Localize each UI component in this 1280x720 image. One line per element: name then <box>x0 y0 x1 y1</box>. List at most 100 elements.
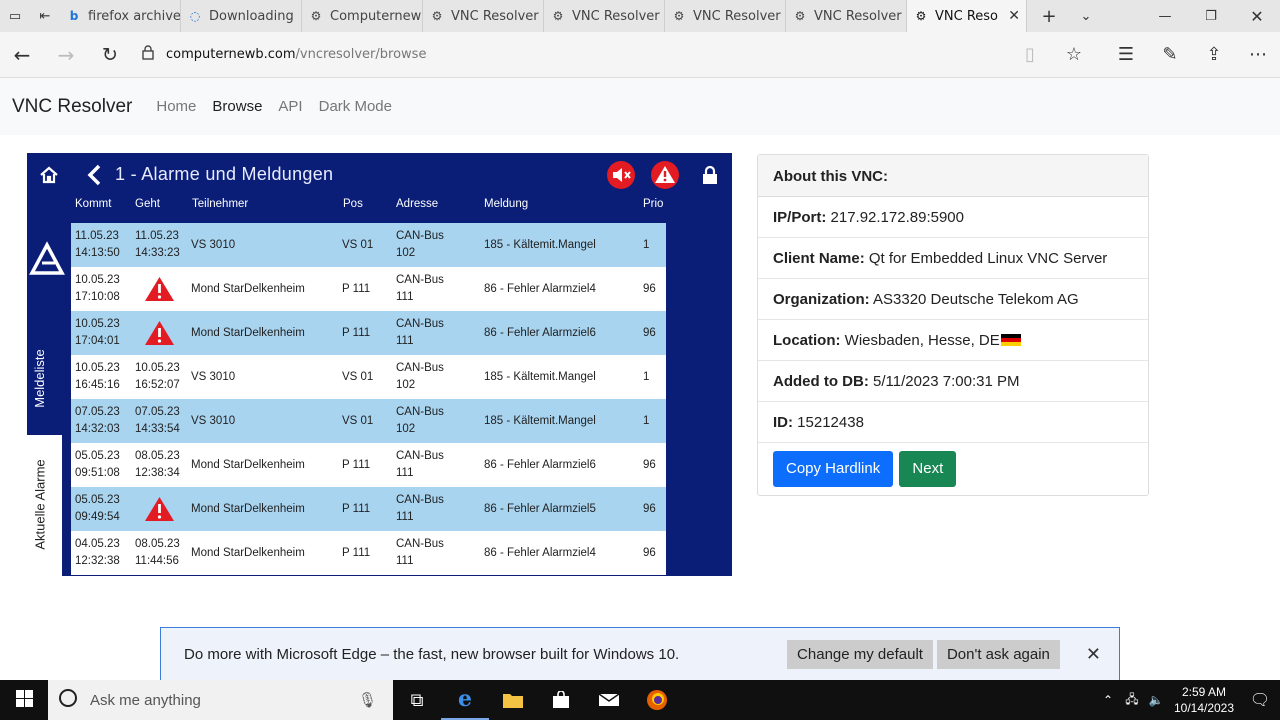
meldung: 185 - Kältemit.Mangel <box>484 371 596 383</box>
tray-chevron-icon[interactable]: ⌃ <box>1096 693 1120 707</box>
refresh-button[interactable]: ↻ <box>88 32 132 78</box>
alarm-row[interactable]: 05.05.23 09:49:54 Mond StarDelkenheim P 111… <box>71 487 666 531</box>
kommt-time: 17:10:08 <box>75 291 120 303</box>
field-value: 5/11/2023 7:00:31 PM <box>873 373 1020 390</box>
col-geht: Geht <box>135 198 160 210</box>
field-label: Added to DB: <box>773 373 869 390</box>
clock[interactable]: 2:59 AM 10/14/2023 <box>1168 684 1240 716</box>
geht-date: 08.05.23 <box>135 538 180 550</box>
firefox-icon[interactable] <box>633 680 681 720</box>
window-controls: — ❐ ✕ <box>1142 0 1280 32</box>
copy-hardlink-button[interactable]: Copy Hardlink <box>773 451 894 487</box>
browser-tab[interactable]: ⚙ VNC Resolver <box>665 0 786 32</box>
tab-label: Computernew <box>330 8 422 24</box>
network-icon[interactable]: 🖧 <box>1120 690 1144 711</box>
kommt-date: 05.05.23 <box>75 450 120 462</box>
store-icon[interactable] <box>537 680 585 720</box>
volume-icon[interactable]: 🔈 <box>1144 693 1168 707</box>
toolbar-icons: ▯ ☆ ☰ ✎ ⇪ ⋯ <box>1008 44 1280 65</box>
favorite-star-icon[interactable]: ☆ <box>1052 44 1096 65</box>
tab-preview-icon[interactable]: ▭ <box>0 0 30 32</box>
change-default-button[interactable]: Change my default <box>787 639 933 669</box>
site-brand[interactable]: VNC Resolver <box>12 96 132 118</box>
more-menu-icon[interactable]: ⋯ <box>1236 44 1280 65</box>
side-tab-aktuelle-alarme[interactable]: Aktuelle Alarme <box>27 435 62 576</box>
alarm-row[interactable]: 10.05.23 16:45:16 VS 3010 VS 01 CAN-Bus 102 18… <box>71 355 666 399</box>
pos: VS 01 <box>342 415 374 427</box>
kommt-date: 11.05.23 <box>75 230 119 242</box>
alarm-row[interactable]: 10.05.23 17:10:08 Mond StarDelkenheim P 111… <box>71 267 666 311</box>
browser-tab[interactable]: ⚙ VNC Resolver <box>786 0 907 32</box>
alarm-row[interactable]: 04.05.23 12:32:38 Mond StarDelkenheim P 111… <box>71 531 666 575</box>
browser-tab[interactable]: ⚙ Computernew <box>302 0 423 32</box>
adresse-number: 111 <box>396 335 414 347</box>
field-label: IP/Port: <box>773 209 827 226</box>
browser-tab[interactable]: b firefox archive <box>60 0 181 32</box>
alarm-row[interactable]: 10.05.23 17:04:01 Mond StarDelkenheim P 111… <box>71 311 666 355</box>
web-note-icon[interactable]: ✎ <box>1148 44 1192 65</box>
adresse-number: 102 <box>396 247 416 259</box>
field-location: Location: Wiesbaden, Hesse, DE <box>758 320 1148 361</box>
pos: P 111 <box>342 459 371 471</box>
pos: VS 01 <box>342 371 374 383</box>
side-tab-meldeliste[interactable]: Meldeliste <box>27 313 62 433</box>
adresse-number: 111 <box>396 467 414 479</box>
close-tab-icon[interactable]: ✕ <box>1008 8 1020 24</box>
cortana-search-box[interactable]: Ask me anything 🎙 <box>48 680 393 720</box>
kommt-date: 10.05.23 <box>75 274 120 286</box>
reading-view-icon[interactable]: ▯ <box>1008 44 1052 65</box>
task-view-icon[interactable]: ⧉ <box>393 680 441 720</box>
file-explorer-icon[interactable] <box>489 680 537 720</box>
nav-dark-mode[interactable]: Dark Mode <box>319 98 392 115</box>
url-path: /vncresolver/browse <box>295 47 427 62</box>
windows-logo-icon <box>15 689 33 711</box>
back-button[interactable]: ← <box>0 32 44 78</box>
bing-icon: b <box>69 9 79 23</box>
close-banner-icon[interactable]: ✕ <box>1086 644 1101 665</box>
teilnehmer: Mond StarDelkenheim <box>191 547 305 559</box>
tab-label: VNC Reso <box>935 8 999 24</box>
browser-tab[interactable]: ⚙ VNC Resolver <box>544 0 665 32</box>
edge-taskbar-icon[interactable]: e <box>441 680 489 720</box>
minimize-button[interactable]: — <box>1142 0 1188 32</box>
tab-label: VNC Resolver <box>814 8 902 24</box>
hub-icon[interactable]: ☰ <box>1104 44 1148 65</box>
maximize-button[interactable]: ❐ <box>1188 0 1234 32</box>
cortana-circle-icon <box>58 688 78 712</box>
dont-ask-again-button[interactable]: Don't ask again <box>936 639 1060 669</box>
mail-icon[interactable] <box>585 680 633 720</box>
prio: 96 <box>643 459 656 471</box>
next-button[interactable]: Next <box>899 451 957 487</box>
warning-icon <box>144 320 175 346</box>
tab-list-chevron-icon[interactable]: ⌄ <box>1071 0 1101 32</box>
kommt-time: 17:04:01 <box>75 335 120 347</box>
url-field[interactable]: computernewb.com/vncresolver/browse <box>142 45 426 64</box>
adresse-bus: CAN-Bus <box>396 362 444 374</box>
alarm-row[interactable]: 05.05.23 09:51:08 Mond StarDelkenheim P 111… <box>71 443 666 487</box>
kommt-time: 14:13:50 <box>75 247 120 259</box>
alarm-row[interactable]: 07.05.23 14:32:03 VS 3010 VS 01 CAN-Bus 102 18… <box>71 399 666 443</box>
close-window-button[interactable]: ✕ <box>1234 0 1280 32</box>
adresse-number: 111 <box>396 511 414 523</box>
nav-home[interactable]: Home <box>156 98 196 115</box>
microphone-icon[interactable]: 🎙 <box>358 691 377 709</box>
browser-tab[interactable]: ⚙ VNC Resolver <box>423 0 544 32</box>
meldung: 185 - Kältemit.Mangel <box>484 415 596 427</box>
vnc-site-icon: ⚙ <box>552 9 564 23</box>
set-tabs-aside-icon[interactable]: ⇤ <box>30 0 60 32</box>
forward-button[interactable]: → <box>44 32 88 78</box>
kommt-date: 10.05.23 <box>75 318 120 330</box>
browser-tab[interactable]: ⚙ VNC Reso ✕ <box>907 0 1027 32</box>
alarm-row[interactable]: 11.05.23 14:13:50 VS 3010 VS 01 CAN-Bus 102 18… <box>71 223 666 267</box>
nav-browse[interactable]: Browse <box>212 98 262 115</box>
nav-api[interactable]: API <box>278 98 302 115</box>
start-button[interactable] <box>0 680 48 720</box>
browser-tab[interactable]: ◌ Downloading <box>181 0 302 32</box>
share-icon[interactable]: ⇪ <box>1192 44 1236 65</box>
action-center-icon[interactable]: 🗨 <box>1240 690 1280 710</box>
adresse-number: 102 <box>396 423 416 435</box>
vnc-screenshot: 1 - Alarme und Meldungen Kommt Geht Teil… <box>27 153 732 576</box>
edge-default-banner: Do more with Microsoft Edge – the fast, … <box>160 627 1120 680</box>
new-tab-button[interactable]: + <box>1027 0 1071 32</box>
tab-strip: b firefox archive ◌ Downloading ⚙ Computernew… <box>60 0 1027 32</box>
